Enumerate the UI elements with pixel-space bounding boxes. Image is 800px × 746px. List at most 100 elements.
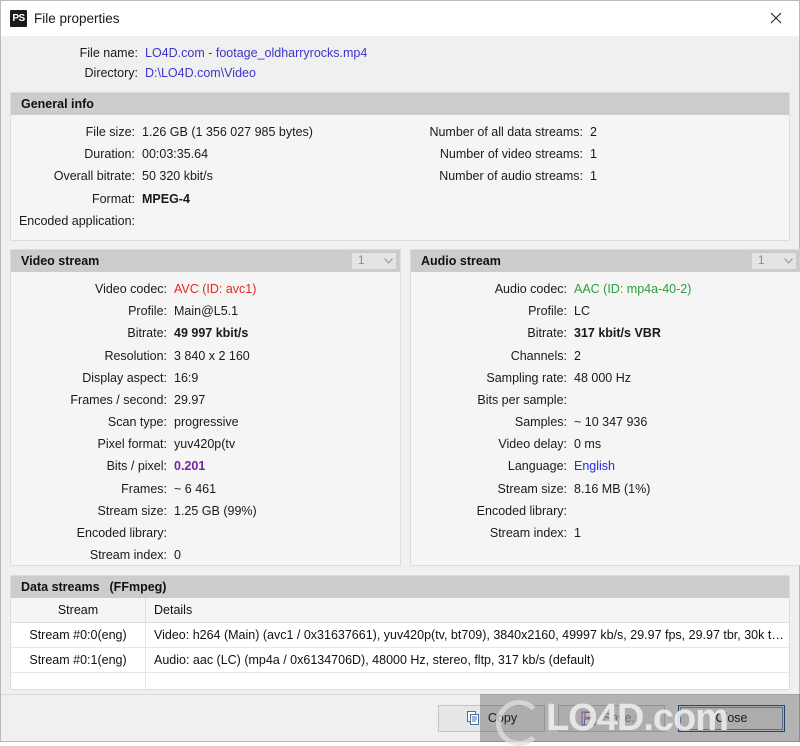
video-row: Frames: ~ 6 461 — [11, 478, 400, 500]
row-value: LC — [574, 304, 590, 319]
row-value: 1.25 GB (99%) — [174, 503, 257, 518]
row-label: Encoded library: — [476, 503, 567, 518]
row-value: 16:9 — [174, 370, 199, 385]
file-header: File name: LO4D.com - footage_oldharryro… — [10, 36, 790, 92]
row-value: 0 ms — [574, 437, 602, 452]
file-name-value[interactable]: LO4D.com - footage_oldharryrocks.mp4 — [145, 43, 367, 63]
video-stream-selector[interactable]: 1 — [351, 251, 397, 270]
general-row: File size: 1.26 GB (1 356 027 985 bytes) — [11, 121, 400, 143]
row-value: English — [574, 459, 615, 474]
row-label: Video codec: — [94, 281, 167, 296]
table-row[interactable]: Stream #0:1(eng) Audio: aac (LC) (mp4a /… — [11, 647, 789, 673]
row-label: Encoded application: — [18, 213, 135, 228]
video-row: Profile: Main@L5.1 — [11, 300, 400, 322]
cell-empty — [11, 672, 146, 689]
video-stream-selector-value: 1 — [358, 254, 365, 267]
table-filler-row — [11, 672, 789, 689]
row-value: yuv420p(tv — [174, 437, 236, 452]
video-row: Stream size: 1.25 GB (99%) — [11, 500, 400, 522]
title-bar: PS File properties — [1, 1, 799, 36]
video-stream-panel: Video stream 1 Video codec: AVC (ID: avc1… — [10, 248, 401, 566]
video-stream-body: Video codec: AVC (ID: avc1) Profile: Main@… — [11, 271, 400, 566]
row-value: AVC (ID: avc1) — [174, 281, 257, 296]
row-value: 2 — [590, 125, 597, 139]
row-label: Video delay: — [498, 437, 567, 452]
row-label: Encoded library: — [76, 526, 167, 540]
table-row[interactable]: Stream #0:0(eng) Video: h264 (Main) (avc… — [11, 622, 789, 648]
row-value: 2 — [574, 348, 581, 363]
column-header-stream[interactable]: Stream — [11, 597, 146, 623]
chevron-down-icon — [380, 258, 396, 264]
row-value: 0.201 — [174, 459, 206, 474]
row-label: Stream size: — [497, 481, 567, 496]
cell-stream: Stream #0:0(eng) — [11, 622, 146, 648]
general-info-left-column: File size: 1.26 GB (1 356 027 985 bytes)… — [11, 121, 400, 232]
audio-row: Profile: LC — [411, 300, 800, 322]
row-value: 00:03:35.64 — [142, 147, 209, 162]
data-streams-subtitle: (FFmpeg) — [109, 579, 167, 594]
close-icon[interactable] — [753, 1, 799, 35]
directory-label: Directory: — [84, 66, 138, 80]
data-streams-panel: Data streams (FFmpeg) Stream Details Str… — [10, 574, 790, 690]
dialog-footer: Copy Save... Close — [1, 694, 799, 741]
audio-row: Samples: ~ 10 347 936 — [411, 411, 800, 433]
cell-stream: Stream #0:1(eng) — [11, 647, 146, 673]
table-header-row: Stream Details — [11, 597, 789, 623]
row-value: 48 000 Hz — [574, 370, 631, 385]
video-stream-title: Video stream — [21, 253, 100, 268]
audio-stream-panel: Audio stream 1 Audio codec: AAC (ID: mp4a… — [410, 248, 800, 566]
video-row: Video codec: AVC (ID: avc1) — [11, 278, 400, 300]
row-label: Bits / pixel: — [106, 459, 167, 474]
data-streams-title: Data streams — [21, 579, 100, 594]
row-label: Resolution: — [104, 348, 167, 363]
row-value: 1 — [590, 147, 597, 162]
save-button[interactable]: Save... — [558, 704, 665, 732]
general-row: Number of video streams: 1 — [400, 143, 789, 165]
chevron-down-icon — [780, 258, 796, 264]
row-label: Number of video streams: — [439, 147, 583, 162]
dialog-body: File name: LO4D.com - footage_oldharryro… — [1, 36, 800, 694]
general-row: Overall bitrate: 50 320 kbit/s — [11, 165, 400, 187]
save-disk-icon — [581, 711, 596, 726]
general-row: Number of audio streams: 1 — [400, 165, 789, 187]
window-title: File properties — [34, 11, 120, 26]
row-label: File size: — [85, 125, 135, 139]
cell-empty — [145, 672, 789, 689]
general-info-header: General info — [11, 93, 789, 115]
row-label: Stream index: — [89, 548, 167, 563]
row-label: Profile: — [128, 304, 167, 319]
video-row: Display aspect: 16:9 — [11, 367, 400, 389]
general-info-panel: General info File size: 1.26 GB (1 356 0… — [10, 92, 790, 241]
audio-stream-selector[interactable]: 1 — [751, 251, 797, 270]
file-properties-window: PS File properties File name: LO4D.com -… — [0, 0, 800, 742]
general-row: Encoded application: — [11, 210, 400, 232]
video-row: Scan type: progressive — [11, 411, 400, 433]
data-streams-header: Data streams (FFmpeg) — [11, 575, 789, 598]
row-label: Overall bitrate: — [53, 169, 135, 184]
audio-stream-body: Audio codec: AAC (ID: mp4a-40-2) Profile:… — [411, 271, 800, 565]
row-value: 50 320 kbit/s — [142, 169, 213, 184]
row-label: Display aspect: — [82, 370, 167, 385]
general-row: Number of all data streams: 2 — [400, 121, 789, 143]
cell-details: Video: h264 (Main) (avc1 / 0x31637661), … — [145, 622, 789, 648]
audio-stream-title: Audio stream — [421, 253, 501, 268]
directory-value[interactable]: D:\LO4D.com\Video — [145, 63, 256, 83]
audio-row: Bitrate: 317 kbit/s VBR — [411, 322, 800, 344]
video-row: Frames / second: 29.97 — [11, 389, 400, 411]
audio-row: Audio codec: AAC (ID: mp4a-40-2) — [411, 278, 800, 300]
general-info-body: File size: 1.26 GB (1 356 027 985 bytes)… — [11, 115, 789, 240]
general-info-right-column: Number of all data streams: 2 Number of … — [400, 121, 789, 232]
file-name-label: File name: — [79, 46, 138, 60]
copy-button[interactable]: Copy — [438, 704, 545, 732]
row-value: AAC (ID: mp4a-40-2) — [574, 281, 692, 296]
file-name-row: File name: LO4D.com - footage_oldharryro… — [10, 43, 790, 63]
row-value: 8.16 MB (1%) — [574, 481, 651, 496]
close-button[interactable]: Close — [678, 704, 785, 732]
row-value: 1.26 GB (1 356 027 985 bytes) — [142, 125, 313, 139]
video-stream-header: Video stream 1 — [11, 249, 400, 272]
column-header-details[interactable]: Details — [145, 597, 789, 623]
video-row: Stream index: 0 — [11, 544, 400, 566]
video-row: Pixel format: yuv420p(tv — [11, 433, 400, 455]
row-value: progressive — [174, 415, 239, 430]
row-label: Samples: — [514, 415, 567, 430]
